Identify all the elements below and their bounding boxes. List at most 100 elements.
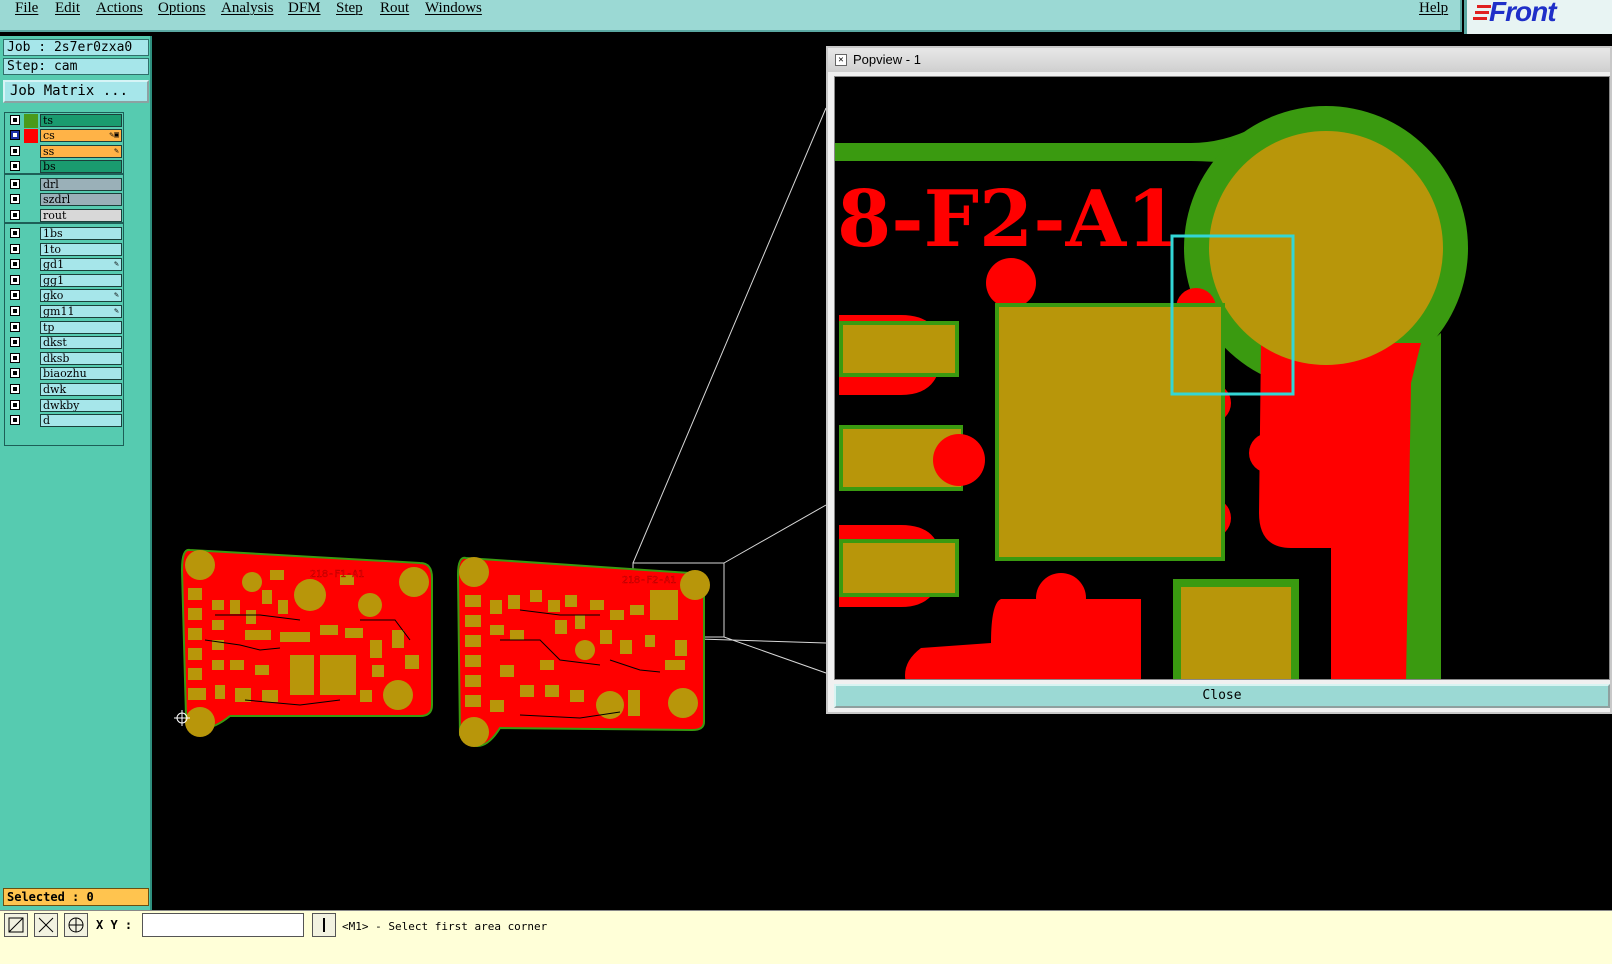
layer-color-swatch[interactable] xyxy=(24,178,38,192)
layer-color-swatch[interactable] xyxy=(24,114,38,128)
layer-checkbox[interactable] xyxy=(10,368,20,378)
menu-edit[interactable]: Edit xyxy=(55,0,80,17)
layer-name[interactable]: rout xyxy=(40,209,122,222)
layer-row-d[interactable]: d xyxy=(7,414,123,428)
info-button[interactable] xyxy=(312,913,336,937)
grid-button[interactable] xyxy=(64,913,88,937)
layer-checkbox[interactable] xyxy=(10,415,20,425)
layer-name[interactable]: drl xyxy=(40,178,122,191)
layer-color-swatch[interactable] xyxy=(24,274,38,288)
layer-row-ss[interactable]: ss ✎ xyxy=(7,145,123,159)
layer-checkbox[interactable] xyxy=(10,161,20,171)
layer-row-rout[interactable]: rout xyxy=(7,209,123,223)
layer-checkbox[interactable] xyxy=(10,384,20,394)
menu-file[interactable]: File xyxy=(15,0,38,17)
layer-row-gko[interactable]: gko ✎ xyxy=(7,289,123,303)
layer-row-bs[interactable]: bs xyxy=(7,160,123,174)
layer-checkbox[interactable] xyxy=(10,228,20,238)
layer-checkbox[interactable] xyxy=(10,259,20,269)
layer-name[interactable]: tp xyxy=(40,321,122,334)
layer-row-ts[interactable]: ts xyxy=(7,114,123,128)
menu-options[interactable]: Options xyxy=(158,0,206,17)
layer-row-dwkby[interactable]: dwkby xyxy=(7,399,123,413)
layer-color-swatch[interactable] xyxy=(24,129,38,143)
layer-name[interactable]: dkst xyxy=(40,336,122,349)
menu-windows[interactable]: Windows xyxy=(425,0,482,17)
menu-help[interactable]: Help xyxy=(1419,0,1448,17)
layer-checkbox[interactable] xyxy=(10,115,20,125)
layer-color-swatch[interactable] xyxy=(24,352,38,366)
layer-color-swatch[interactable] xyxy=(24,243,38,257)
layer-checkbox[interactable] xyxy=(10,306,20,316)
layer-color-swatch[interactable] xyxy=(24,227,38,241)
pcb-board-2[interactable]: 218-F2-A1 xyxy=(456,556,710,747)
layer-checkbox[interactable] xyxy=(10,244,20,254)
layer-name[interactable]: gko xyxy=(40,289,122,302)
layer-row-biaozhu[interactable]: biaozhu xyxy=(7,367,123,381)
layer-name[interactable]: 1to xyxy=(40,243,122,256)
layer-row-dkst[interactable]: dkst xyxy=(7,336,123,350)
layer-checkbox[interactable] xyxy=(10,130,20,140)
menu-step[interactable]: Step xyxy=(336,0,363,17)
layer-color-swatch[interactable] xyxy=(24,383,38,397)
layer-row-1bs[interactable]: 1bs xyxy=(7,227,123,241)
layer-row-gd1[interactable]: gd1 ✎ xyxy=(7,258,123,272)
layer-row-szdrl[interactable]: szdrl xyxy=(7,193,123,207)
pcb-board-1[interactable]: 218-F1-A1 xyxy=(180,548,433,737)
layer-color-swatch[interactable] xyxy=(24,367,38,381)
popview-zoom-view[interactable]: 8-F2-A1 xyxy=(834,76,1610,680)
layer-row-1to[interactable]: 1to xyxy=(7,243,123,257)
layer-checkbox[interactable] xyxy=(10,146,20,156)
layer-name[interactable]: d xyxy=(40,414,122,427)
measure-button[interactable] xyxy=(34,913,58,937)
menu-analysis[interactable]: Analysis xyxy=(221,0,274,17)
layer-color-swatch[interactable] xyxy=(24,321,38,335)
layer-name[interactable]: szdrl xyxy=(40,193,122,206)
layer-name[interactable]: bs xyxy=(40,160,122,173)
layer-color-swatch[interactable] xyxy=(24,414,38,428)
layer-name[interactable]: dksb xyxy=(40,352,122,365)
layer-color-swatch[interactable] xyxy=(24,336,38,350)
layer-color-swatch[interactable] xyxy=(24,160,38,174)
layer-row-gm11[interactable]: gm11 ✎ xyxy=(7,305,123,319)
layer-color-swatch[interactable] xyxy=(24,193,38,207)
menu-rout[interactable]: Rout xyxy=(380,0,409,17)
layer-name[interactable]: dwk xyxy=(40,383,122,396)
layer-row-dksb[interactable]: dksb xyxy=(7,352,123,366)
layer-checkbox[interactable] xyxy=(10,337,20,347)
layer-checkbox[interactable] xyxy=(10,322,20,332)
layer-checkbox[interactable] xyxy=(10,194,20,204)
xy-coordinate-input[interactable] xyxy=(142,913,304,937)
layer-row-cs[interactable]: cs ✎▣ xyxy=(7,129,123,143)
layer-color-swatch[interactable] xyxy=(24,209,38,223)
close-button[interactable]: Close xyxy=(834,684,1610,708)
layer-checkbox[interactable] xyxy=(10,179,20,189)
layer-name[interactable]: 1bs xyxy=(40,227,122,240)
layer-name[interactable]: gg1 xyxy=(40,274,122,287)
layer-row-gg1[interactable]: gg1 xyxy=(7,274,123,288)
layer-name[interactable]: dwkby xyxy=(40,399,122,412)
layer-name[interactable]: biaozhu xyxy=(40,367,122,380)
layer-row-dwk[interactable]: dwk xyxy=(7,383,123,397)
layer-name[interactable]: ts xyxy=(40,114,122,127)
layer-color-swatch[interactable] xyxy=(24,399,38,413)
layer-name[interactable]: ss xyxy=(40,145,122,158)
layer-checkbox[interactable] xyxy=(10,275,20,285)
popview-window[interactable]: ✕ Popview - 1 8-F2-A1 Close xyxy=(826,46,1612,714)
layer-checkbox[interactable] xyxy=(10,210,20,220)
job-matrix-button[interactable]: Job Matrix ... xyxy=(3,80,149,103)
layer-color-swatch[interactable] xyxy=(24,145,38,159)
layer-name[interactable]: gd1 xyxy=(40,258,122,271)
menu-actions[interactable]: Actions xyxy=(96,0,143,17)
zoom-window-button[interactable] xyxy=(4,913,28,937)
layer-color-swatch[interactable] xyxy=(24,305,38,319)
layer-checkbox[interactable] xyxy=(10,400,20,410)
layer-checkbox[interactable] xyxy=(10,353,20,363)
popview-titlebar[interactable]: ✕ Popview - 1 xyxy=(828,48,1610,72)
menu-dfm[interactable]: DFM xyxy=(288,0,321,17)
layer-checkbox[interactable] xyxy=(10,290,20,300)
layer-name[interactable]: gm11 xyxy=(40,305,122,318)
layer-color-swatch[interactable] xyxy=(24,289,38,303)
layer-color-swatch[interactable] xyxy=(24,258,38,272)
layer-row-tp[interactable]: tp xyxy=(7,321,123,335)
